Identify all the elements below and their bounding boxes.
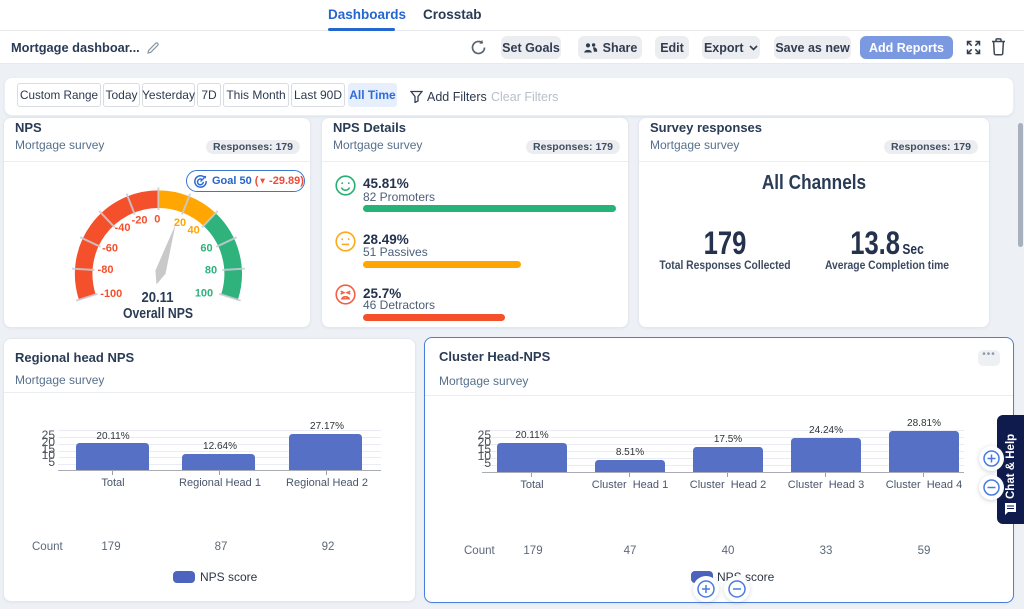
svg-text:20.11: 20.11 [142, 290, 174, 306]
svg-text:Overall NPS: Overall NPS [123, 306, 193, 322]
svg-text:100: 100 [195, 288, 213, 300]
svg-text:20: 20 [174, 217, 186, 229]
svg-text:-80: -80 [98, 264, 114, 276]
svg-text:-60: -60 [102, 242, 118, 254]
svg-text:60: 60 [200, 242, 212, 254]
svg-text:-40: -40 [115, 222, 131, 234]
svg-text:80: 80 [205, 264, 217, 276]
svg-text:-100: -100 [100, 288, 122, 300]
svg-text:0: 0 [154, 214, 160, 226]
svg-text:-20: -20 [132, 215, 148, 227]
svg-text:40: 40 [187, 224, 199, 236]
